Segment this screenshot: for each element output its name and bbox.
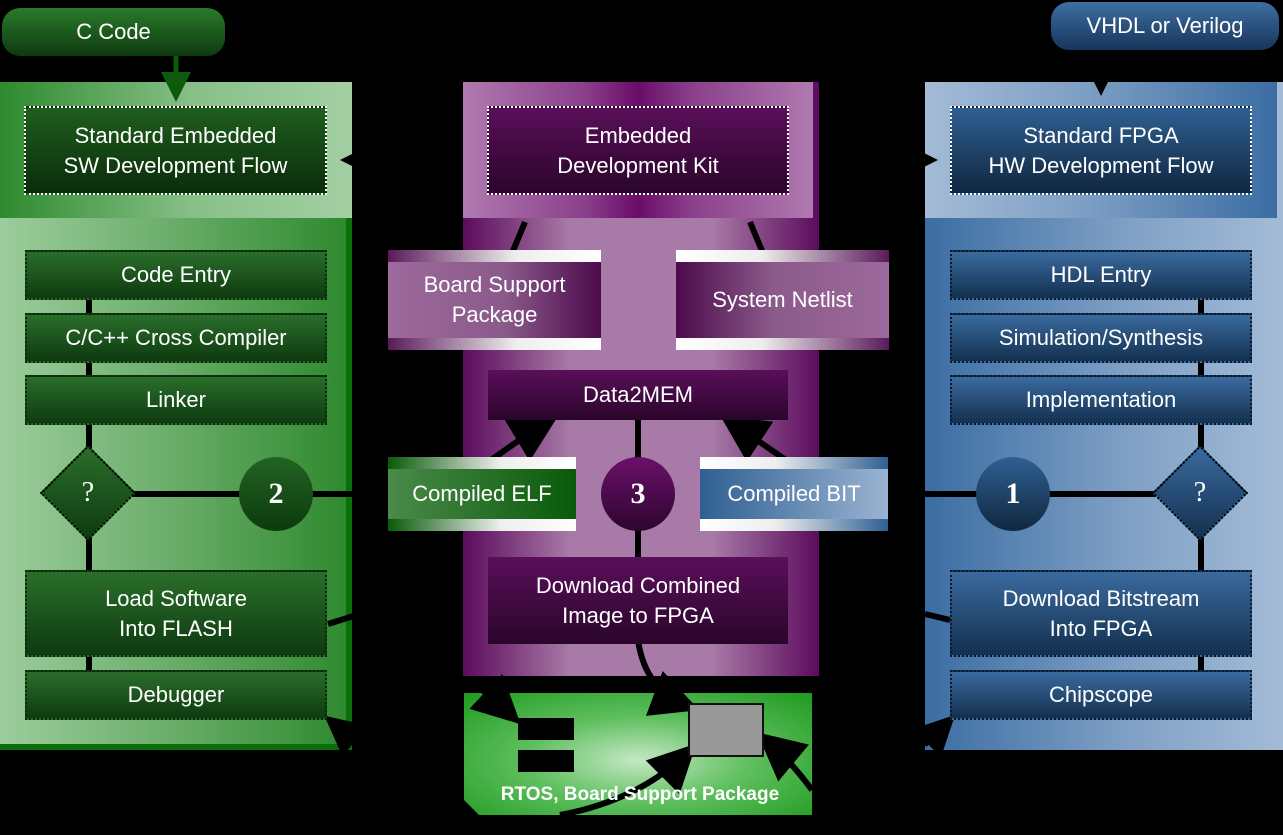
chipscope-arrow (912, 714, 956, 758)
elf-top-band (388, 457, 576, 469)
bit-bottom-band (700, 519, 888, 531)
hw-step-hdl-entry[interactable]: HDL Entry (950, 250, 1252, 300)
hw-step-download-bitstream[interactable]: Download Bitstream Into FPGA (950, 570, 1252, 657)
board-label: RTOS, Board Support Package (500, 784, 780, 805)
netlist-label: System Netlist (676, 262, 889, 338)
sw-step-number-badge: 2 (239, 457, 313, 531)
netlist-top-band (676, 250, 889, 262)
edk-to-sw-pointer (340, 150, 360, 170)
hdl-input[interactable]: VHDL or Verilog (1051, 2, 1279, 50)
compiled-bit-tab[interactable]: Compiled BIT (700, 457, 888, 531)
bit-top-band (700, 457, 888, 469)
elf-bottom-band (388, 519, 576, 531)
download-combined-box[interactable]: Download Combined Image to FPGA (488, 557, 788, 644)
sw-decision-label: ? (81, 477, 95, 508)
load-sw-link (327, 611, 361, 627)
hw-step-simulation[interactable]: Simulation/Synthesis (950, 313, 1252, 363)
hw-step-implementation[interactable]: Implementation (950, 375, 1252, 425)
hw-step-number-badge: 1 (976, 457, 1050, 531)
elf-label: Compiled ELF (388, 469, 576, 519)
bsp-tab[interactable]: Board Support Package (388, 250, 601, 350)
sw-step-compiler[interactable]: C/C++ Cross Compiler (25, 313, 327, 363)
sw-step-linker[interactable]: Linker (25, 375, 327, 425)
sw-step-code-entry[interactable]: Code Entry (25, 250, 327, 300)
sw-step-debugger[interactable]: Debugger (25, 670, 327, 720)
to-memory-arrow (468, 673, 521, 725)
sw-flow-header[interactable]: Standard Embedded SW Development Flow (24, 106, 327, 195)
netlist-bottom-band (676, 338, 889, 350)
download-to-chip-arrow (635, 639, 700, 716)
compiled-elf-tab[interactable]: Compiled ELF (388, 457, 576, 531)
bsp-label: Board Support Package (388, 262, 601, 338)
hw-flow-header[interactable]: Standard FPGA HW Development Flow (950, 106, 1252, 195)
memory-chip-1 (518, 718, 574, 740)
hw-download-link (924, 611, 951, 623)
memory-chip-2 (518, 750, 574, 772)
hdl-pointer (1094, 82, 1108, 96)
sw-step-load-flash[interactable]: Load Software Into FLASH (25, 570, 327, 657)
bit-label: Compiled BIT (700, 469, 888, 519)
bsp-bottom-band (388, 338, 601, 350)
fpga-chip (688, 703, 764, 757)
netlist-tab[interactable]: System Netlist (676, 250, 889, 350)
hw-decision-label: ? (1193, 477, 1207, 508)
bsp-top-band (388, 250, 601, 262)
debugger-arrow (324, 715, 368, 757)
hw-step-chipscope[interactable]: Chipscope (950, 670, 1252, 720)
c-code-input[interactable]: C Code (2, 8, 225, 56)
edk-to-hw-pointer (918, 150, 938, 170)
edk-header[interactable]: Embedded Development Kit (487, 106, 789, 195)
edk-step-number-badge: 3 (601, 457, 675, 531)
data2mem-box[interactable]: Data2MEM (488, 370, 788, 420)
